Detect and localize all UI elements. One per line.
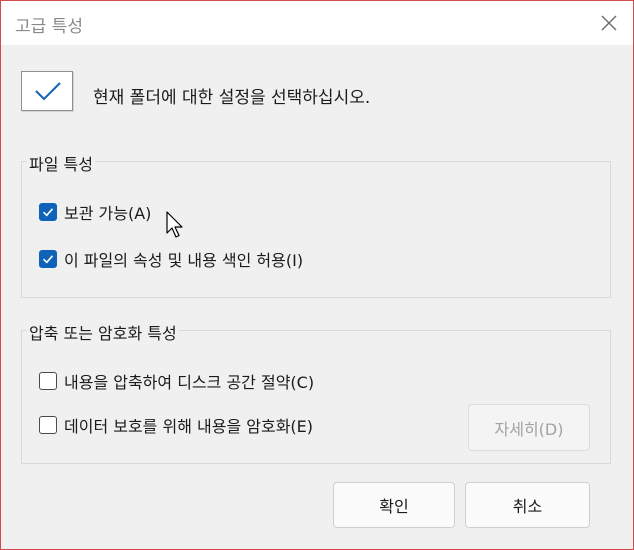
- instruction-text: 현재 폴더에 대한 설정을 선택하십시오.: [93, 88, 371, 108]
- index-checkbox-box[interactable]: [39, 250, 57, 268]
- index-checkbox-label: 이 파일의 속성 및 내용 색인 허용(I): [64, 251, 304, 270]
- checkmark-icon: [21, 71, 73, 111]
- archive-checkbox-box[interactable]: [39, 203, 57, 221]
- mouse-cursor-icon: [166, 211, 186, 243]
- ok-button[interactable]: 확인: [333, 482, 455, 528]
- archive-checkbox[interactable]: 보관 가능(A): [39, 200, 151, 224]
- details-button[interactable]: 자세히(D): [468, 404, 590, 451]
- cancel-button[interactable]: 취소: [465, 482, 590, 528]
- file-attributes-group: [21, 161, 611, 298]
- archive-checkbox-label: 보관 가능(A): [64, 204, 152, 223]
- window-title: 고급 특성: [15, 17, 83, 37]
- close-icon[interactable]: [599, 13, 619, 33]
- file-attributes-label: 파일 특성: [27, 151, 95, 175]
- compress-checkbox[interactable]: 내용을 압축하여 디스크 공간 절약(C): [39, 369, 314, 393]
- encrypt-checkbox-box[interactable]: [39, 416, 57, 434]
- compress-encrypt-label: 압축 또는 암호화 특성: [27, 320, 179, 344]
- advanced-attributes-dialog: 고급 특성 현재 폴더에 대한 설정을 선택하십시오. 파일 특성 보관 가능(…: [0, 0, 634, 550]
- encrypt-checkbox[interactable]: 데이터 보호를 위해 내용을 암호화(E): [39, 413, 313, 437]
- title-bar[interactable]: 고급 특성: [1, 1, 633, 45]
- encrypt-checkbox-label: 데이터 보호를 위해 내용을 암호화(E): [64, 417, 314, 436]
- index-checkbox[interactable]: 이 파일의 속성 및 내용 색인 허용(I): [39, 247, 303, 271]
- compress-checkbox-label: 내용을 압축하여 디스크 공간 절약(C): [64, 373, 315, 392]
- compress-checkbox-box[interactable]: [39, 372, 57, 390]
